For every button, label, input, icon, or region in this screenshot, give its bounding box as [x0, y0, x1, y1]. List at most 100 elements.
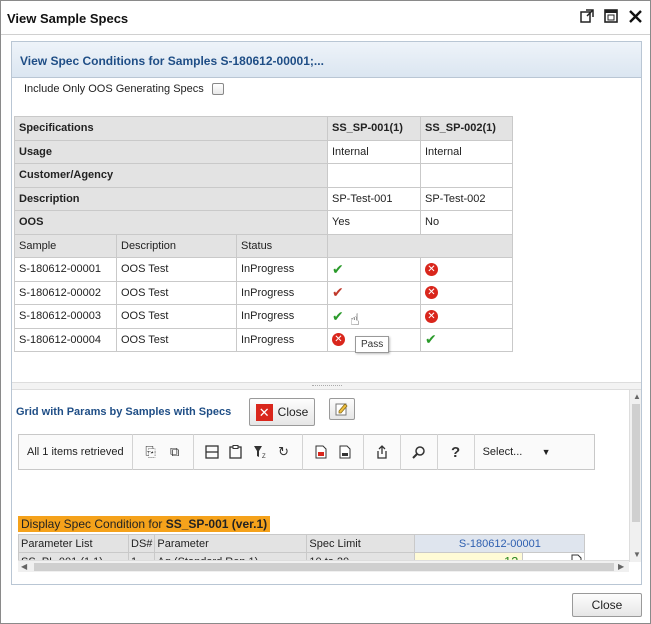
- panel-header: View Spec Conditions for Samples S-18061…: [12, 42, 641, 78]
- scroll-up-icon[interactable]: ▲: [633, 392, 641, 401]
- close-grid-button[interactable]: ✕ Close: [249, 398, 315, 426]
- splitter-grip-icon: [312, 385, 342, 388]
- toolbar-group-export: [303, 434, 363, 470]
- toolbar-group-help: ?: [438, 434, 474, 470]
- pass-check-icon[interactable]: ✔: [332, 261, 344, 277]
- spec-row-label: Customer/Agency: [14, 163, 328, 188]
- note-edit-icon: [335, 403, 348, 416]
- hand-cursor-icon: ☝: [350, 312, 360, 329]
- spec-status-header: [327, 233, 513, 258]
- spec-result-cell[interactable]: ✕: [420, 257, 513, 282]
- parameter-header: Parameter: [154, 534, 308, 553]
- window-title: View Sample Specs: [7, 11, 129, 26]
- fail-x-icon[interactable]: ✕: [425, 286, 438, 300]
- dialog-close-button[interactable]: Close: [572, 593, 642, 617]
- pass-check-icon[interactable]: ✔: [425, 331, 437, 347]
- description-column-header: Description: [116, 233, 237, 258]
- spec-conditions-table: Specifications SS_SP-001(1) SS_SP-002(1)…: [14, 116, 513, 352]
- spec-cell: [420, 163, 513, 188]
- close-grid-label: Close: [277, 405, 309, 419]
- svg-text:Z: Z: [262, 454, 266, 459]
- spec-row-label: Usage: [14, 139, 328, 164]
- spec-row: Specifications SS_SP-001(1) SS_SP-002(1): [14, 116, 513, 141]
- export-file-icon[interactable]: [336, 443, 354, 461]
- sample-id: S-180612-00001: [14, 257, 117, 282]
- toolbar-group-search: [401, 434, 437, 470]
- fail-x-icon[interactable]: ✕: [425, 262, 438, 276]
- panel-header-title: View Spec Conditions for Samples S-18061…: [20, 54, 324, 68]
- copy-icon[interactable]: ⎘: [142, 443, 160, 461]
- copy-all-icon[interactable]: ⧉: [166, 443, 184, 461]
- fail-x-icon[interactable]: ✕: [332, 333, 345, 347]
- spec-result-cell[interactable]: ✕: [420, 280, 513, 305]
- sample-status: InProgress: [236, 257, 328, 282]
- spec-row: Description SP-Test-001 SP-Test-002: [14, 186, 513, 211]
- title-bar-controls: [578, 7, 644, 25]
- spec-column-header[interactable]: SS_SP-001(1): [327, 116, 421, 141]
- spec-row-label: Description: [14, 186, 328, 211]
- dialog-close-label: Close: [591, 598, 623, 612]
- rows-layout-icon[interactable]: [203, 443, 221, 461]
- sample-row: S-180612-00002 OOS Test InProgress ✔ ✕: [14, 280, 513, 305]
- help-icon[interactable]: ?: [447, 443, 465, 461]
- pass-check-icon[interactable]: ✔: [332, 308, 344, 324]
- filter-sort-az-icon[interactable]: Z: [251, 443, 269, 461]
- maximize-icon[interactable]: [602, 7, 620, 25]
- params-grid-title: Grid with Params by Samples with Specs: [16, 406, 232, 418]
- spec-cell: Internal: [327, 139, 421, 164]
- sample-row: S-180612-00004 OOS Test InProgress ✕ ✔: [14, 327, 513, 352]
- sample-status: InProgress: [236, 327, 328, 352]
- sample-header-row: Sample Description Status: [14, 233, 513, 258]
- sample-row: S-180612-00001 OOS Test InProgress ✔ ✕: [14, 257, 513, 282]
- chevron-down-icon: ▼: [541, 447, 551, 457]
- spec-cell: [327, 163, 421, 188]
- sample-column-header[interactable]: S-180612-00001: [414, 534, 586, 553]
- spec-row: Customer/Agency: [14, 163, 513, 188]
- toolbar-group-copy: ⎘ ⧉: [133, 434, 193, 470]
- vertical-scroll-thumb[interactable]: [632, 404, 640, 522]
- fail-x-icon[interactable]: ✕: [425, 309, 438, 323]
- dialog-window: View Sample Specs View Spec Conditions f…: [0, 0, 651, 624]
- vertical-scrollbar[interactable]: ▲ ▼: [629, 390, 641, 562]
- params-header-row: Parameter List DS# Parameter Spec Limit …: [18, 534, 586, 553]
- scroll-down-icon[interactable]: ▼: [633, 550, 641, 559]
- edit-note-button[interactable]: [329, 398, 355, 420]
- scroll-right-icon[interactable]: ▶: [618, 562, 624, 571]
- share-icon[interactable]: [373, 443, 391, 461]
- toolbar-group-share: [364, 434, 400, 470]
- red-close-icon: ✕: [255, 403, 273, 421]
- spec-row: Usage Internal Internal: [14, 139, 513, 164]
- pass-check-icon[interactable]: ✔: [332, 284, 344, 300]
- spec-result-cell[interactable]: ✔: [327, 304, 421, 329]
- horizontal-scroll-thumb[interactable]: [34, 563, 614, 571]
- spec-result-cell[interactable]: ✔: [327, 257, 421, 282]
- spec-column-header[interactable]: SS_SP-002(1): [420, 116, 513, 141]
- select-dropdown[interactable]: Select... ▼: [475, 446, 555, 458]
- spec-result-cell[interactable]: ✔: [420, 327, 513, 352]
- spec-cell: SP-Test-002: [420, 186, 513, 211]
- select-dropdown-value: Select...: [482, 446, 523, 458]
- parameter-list-header: Parameter List: [18, 534, 129, 553]
- sample-description: OOS Test: [116, 280, 237, 305]
- close-icon[interactable]: [626, 7, 644, 25]
- spec-row-label: OOS: [14, 210, 328, 235]
- pop-out-icon[interactable]: [578, 7, 596, 25]
- toolbar-group-view: Z ↻: [194, 434, 302, 470]
- export-pdf-icon[interactable]: [312, 443, 330, 461]
- sample-status: InProgress: [236, 304, 328, 329]
- search-icon[interactable]: [410, 443, 428, 461]
- grid-toolbar: All 1 items retrieved ⎘ ⧉ Z ↻ ? Select..…: [18, 434, 595, 470]
- spec-result-cell[interactable]: ✔: [327, 280, 421, 305]
- oos-filter: Include Only OOS Generating Specs: [24, 83, 224, 95]
- sample-description: OOS Test: [116, 327, 237, 352]
- panel-splitter[interactable]: [12, 382, 641, 390]
- oos-filter-checkbox[interactable]: [211, 83, 224, 95]
- horizontal-scrollbar[interactable]: ◀ ▶: [18, 560, 629, 572]
- spec-result-cell[interactable]: ✕: [420, 304, 513, 329]
- status-column-header: Status: [236, 233, 328, 258]
- sample-id: S-180612-00003: [14, 304, 117, 329]
- clipboard-icon[interactable]: [227, 443, 245, 461]
- scroll-left-icon[interactable]: ◀: [21, 562, 27, 571]
- refresh-icon[interactable]: ↻: [275, 443, 293, 461]
- sample-id: S-180612-00002: [14, 280, 117, 305]
